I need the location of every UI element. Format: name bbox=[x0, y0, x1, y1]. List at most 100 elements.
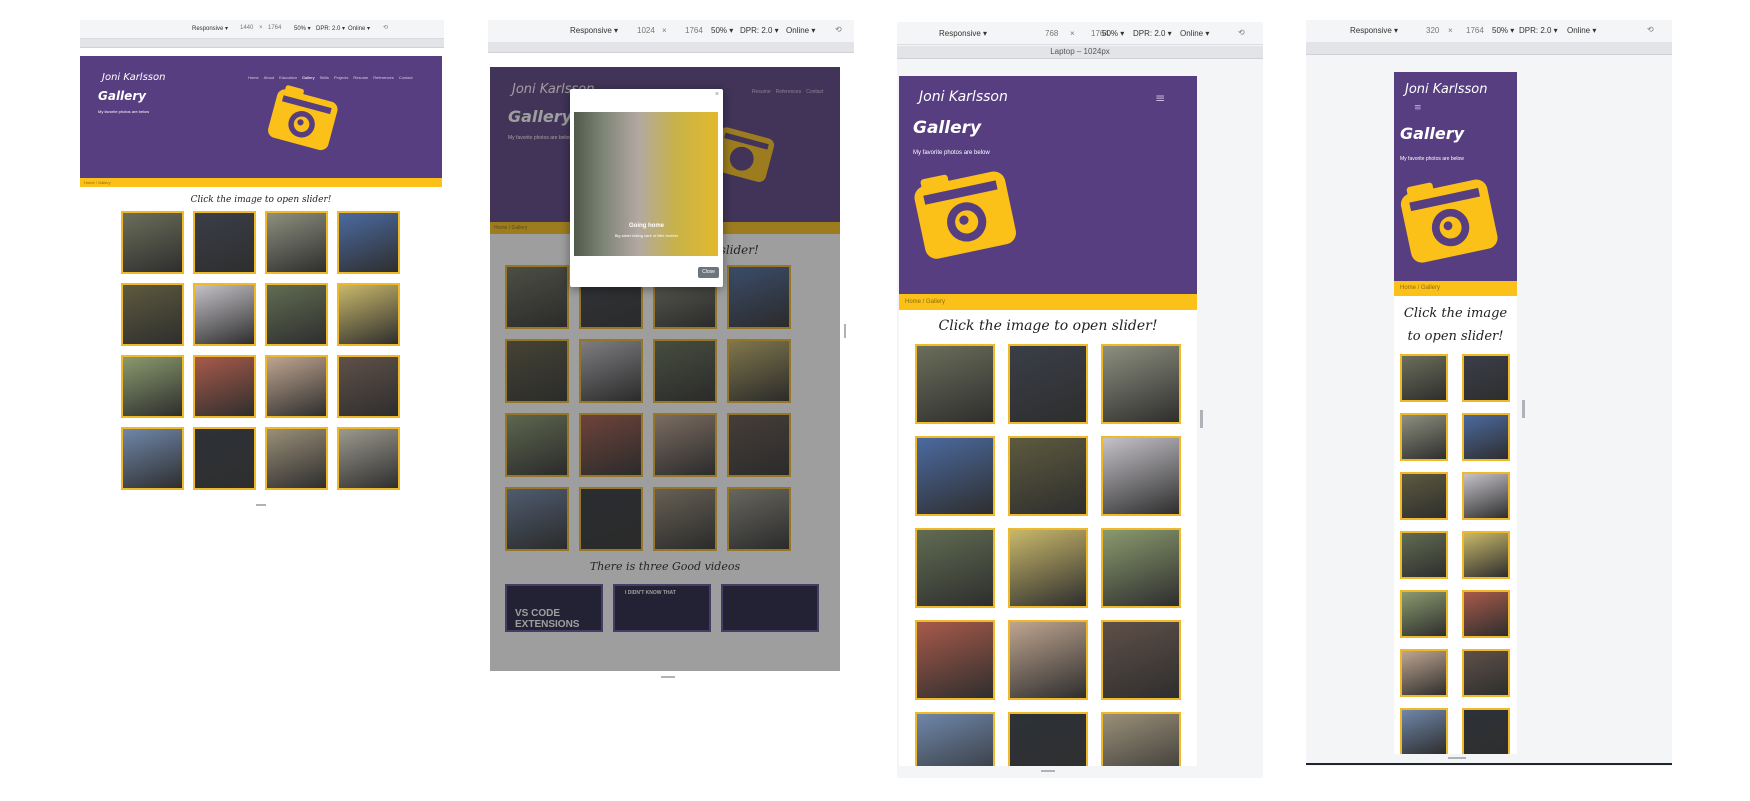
side-resize-handle[interactable] bbox=[1200, 410, 1203, 428]
gallery-thumbnail[interactable] bbox=[1400, 649, 1448, 697]
gallery-thumbnail[interactable] bbox=[1462, 649, 1510, 697]
gallery-thumbnail[interactable] bbox=[121, 427, 184, 490]
gallery-thumbnail[interactable] bbox=[1400, 354, 1448, 402]
responsive-select[interactable]: Responsive ▾ bbox=[192, 25, 228, 32]
gallery-thumbnail[interactable] bbox=[337, 211, 400, 274]
side-resize-handle[interactable] bbox=[1522, 400, 1525, 418]
media-query-ruler[interactable] bbox=[1306, 42, 1672, 55]
gallery-thumbnail[interactable] bbox=[915, 528, 995, 608]
gallery-thumbnail[interactable] bbox=[265, 211, 328, 274]
site-logo[interactable]: Joni Karlsson bbox=[919, 89, 1008, 105]
gallery-thumbnail[interactable] bbox=[915, 436, 995, 516]
rotate-icon[interactable]: ⟲ bbox=[1647, 25, 1654, 34]
zoom-select[interactable]: 50% ▾ bbox=[711, 26, 733, 35]
network-select[interactable]: Online ▾ bbox=[786, 26, 815, 35]
rotate-icon[interactable]: ⟲ bbox=[835, 25, 842, 34]
gallery-thumbnail[interactable] bbox=[915, 712, 995, 766]
width-input[interactable]: 1024 bbox=[637, 26, 655, 35]
gallery-thumbnail[interactable] bbox=[1008, 528, 1088, 608]
responsive-select[interactable]: Responsive ▾ bbox=[939, 29, 987, 38]
resize-handle[interactable] bbox=[661, 676, 675, 678]
gallery-thumbnail[interactable] bbox=[1400, 413, 1448, 461]
hamburger-menu-icon[interactable]: ≡ bbox=[1155, 91, 1165, 105]
gallery-thumbnail[interactable] bbox=[265, 427, 328, 490]
height-input[interactable]: 1764 bbox=[685, 26, 703, 35]
site-logo[interactable]: Joni Karlsson bbox=[102, 72, 165, 83]
gallery-thumbnail[interactable] bbox=[1008, 436, 1088, 516]
resize-handle[interactable] bbox=[1448, 757, 1466, 759]
breadcrumb[interactable]: Home / Gallery bbox=[1394, 281, 1517, 296]
gallery-thumbnail[interactable] bbox=[1462, 354, 1510, 402]
gallery-thumbnail[interactable] bbox=[1101, 528, 1181, 608]
gallery-thumbnail[interactable] bbox=[265, 355, 328, 418]
rotate-icon[interactable]: ⟲ bbox=[383, 24, 388, 31]
gallery-thumbnail[interactable] bbox=[1101, 344, 1181, 424]
zoom-select[interactable]: 50% ▾ bbox=[1492, 26, 1514, 35]
gallery-thumbnail[interactable] bbox=[1008, 712, 1088, 766]
gallery-thumbnail[interactable] bbox=[915, 344, 995, 424]
gallery-thumbnail[interactable] bbox=[1101, 712, 1181, 766]
gallery-thumbnail[interactable] bbox=[337, 283, 400, 346]
nav-item-references[interactable]: References bbox=[373, 75, 393, 80]
gallery-thumbnail[interactable] bbox=[121, 283, 184, 346]
zoom-select[interactable]: 50% ▾ bbox=[294, 25, 311, 32]
gallery-thumbnail[interactable] bbox=[121, 211, 184, 274]
height-input[interactable]: 1764 bbox=[1466, 26, 1484, 35]
gallery-thumbnail[interactable] bbox=[337, 355, 400, 418]
breadcrumb[interactable]: Home / Gallery bbox=[899, 294, 1197, 310]
hamburger-menu-icon[interactable]: ≡ bbox=[1414, 103, 1422, 113]
gallery-thumbnail[interactable] bbox=[193, 427, 256, 490]
nav-item-about[interactable]: About bbox=[264, 75, 274, 80]
gallery-thumbnail[interactable] bbox=[121, 355, 184, 418]
dpr-select[interactable]: DPR: 2.0 ▾ bbox=[316, 25, 345, 32]
nav-item-contact[interactable]: Contact bbox=[399, 75, 413, 80]
gallery-thumbnail[interactable] bbox=[1008, 620, 1088, 700]
network-select[interactable]: Online ▾ bbox=[1180, 29, 1209, 38]
gallery-thumbnail[interactable] bbox=[915, 620, 995, 700]
nav-item-education[interactable]: Education bbox=[279, 75, 297, 80]
gallery-thumbnail[interactable] bbox=[265, 283, 328, 346]
modal-close-x[interactable]: × bbox=[715, 91, 719, 98]
dpr-select[interactable]: DPR: 2.0 ▾ bbox=[740, 26, 779, 35]
media-query-ruler[interactable]: Laptop – 1024px bbox=[897, 46, 1263, 59]
breadcrumb[interactable]: Home / Gallery bbox=[80, 178, 442, 187]
gallery-thumbnail[interactable] bbox=[193, 283, 256, 346]
network-select[interactable]: Online ▾ bbox=[1567, 26, 1596, 35]
gallery-thumbnail[interactable] bbox=[1400, 472, 1448, 520]
gallery-thumbnail[interactable] bbox=[193, 355, 256, 418]
rotate-icon[interactable]: ⟲ bbox=[1238, 28, 1245, 37]
gallery-thumbnail[interactable] bbox=[1462, 472, 1510, 520]
network-select[interactable]: Online ▾ bbox=[348, 25, 370, 32]
nav-item-skills[interactable]: Skills bbox=[320, 75, 329, 80]
nav-item-resume[interactable]: Resume bbox=[353, 75, 368, 80]
side-resize-handle[interactable] bbox=[844, 324, 846, 338]
gallery-thumbnail[interactable] bbox=[1101, 620, 1181, 700]
site-logo[interactable]: Joni Karlsson bbox=[1405, 82, 1488, 97]
gallery-thumbnail[interactable] bbox=[1400, 590, 1448, 638]
width-input[interactable]: 768 bbox=[1045, 29, 1058, 38]
gallery-thumbnail[interactable] bbox=[1462, 590, 1510, 638]
gallery-thumbnail[interactable] bbox=[1400, 531, 1448, 579]
gallery-thumbnail[interactable] bbox=[193, 211, 256, 274]
dpr-select[interactable]: DPR: 2.0 ▾ bbox=[1519, 26, 1558, 35]
responsive-select[interactable]: Responsive ▾ bbox=[1350, 26, 1398, 35]
media-query-ruler[interactable] bbox=[80, 39, 444, 48]
resize-handle[interactable] bbox=[1041, 770, 1055, 772]
media-query-ruler[interactable] bbox=[488, 42, 854, 53]
height-input[interactable]: 1764 bbox=[268, 25, 281, 31]
nav-item-home[interactable]: Home bbox=[248, 75, 259, 80]
gallery-thumbnail[interactable] bbox=[1462, 413, 1510, 461]
responsive-select[interactable]: Responsive ▾ bbox=[570, 26, 618, 35]
nav-item-gallery[interactable]: Gallery bbox=[302, 75, 315, 80]
gallery-thumbnail[interactable] bbox=[1462, 708, 1510, 754]
gallery-thumbnail[interactable] bbox=[1400, 708, 1448, 754]
zoom-select[interactable]: 50% ▾ bbox=[1102, 29, 1124, 38]
width-input[interactable]: 320 bbox=[1426, 26, 1439, 35]
gallery-thumbnail[interactable] bbox=[1101, 436, 1181, 516]
resize-handle[interactable] bbox=[256, 504, 266, 506]
gallery-thumbnail[interactable] bbox=[337, 427, 400, 490]
dpr-select[interactable]: DPR: 2.0 ▾ bbox=[1133, 29, 1172, 38]
modal-close-button[interactable]: Close bbox=[698, 267, 719, 278]
gallery-thumbnail[interactable] bbox=[1462, 531, 1510, 579]
width-input[interactable]: 1440 bbox=[240, 25, 253, 31]
